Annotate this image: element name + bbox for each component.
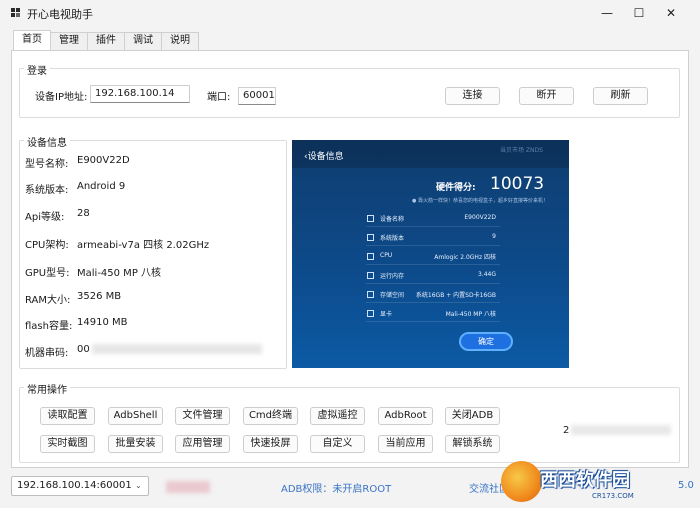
device-select[interactable]: 192.168.100.14:60001 bbox=[11, 476, 149, 496]
ops-side-value: 2 bbox=[563, 425, 570, 436]
serial-label: 机器串码: bbox=[25, 348, 69, 359]
screen-row-gpu: 显卡 Mali-450 MP 八核 bbox=[366, 306, 500, 322]
flash-value: 14910 MB bbox=[77, 317, 128, 328]
port-label: 端口: bbox=[207, 92, 231, 103]
memory-icon bbox=[367, 272, 374, 279]
device-info-title: 设备信息 bbox=[24, 134, 70, 149]
screen-back-title: ‹设备信息 bbox=[304, 152, 344, 162]
api-level-label: Api等级: bbox=[25, 212, 65, 223]
api-level-value: 28 bbox=[77, 208, 90, 219]
screen-row-value: 3.44G bbox=[477, 271, 496, 278]
window-title: 开心电视助手 bbox=[27, 8, 93, 21]
ram-value: 3526 MB bbox=[77, 291, 122, 302]
ram-label: RAM大小: bbox=[25, 295, 71, 306]
tab-debug[interactable]: 调试 bbox=[124, 32, 162, 50]
screen-row-device-name: 设备名称 E900V22D bbox=[366, 211, 500, 227]
chip-icon bbox=[367, 253, 374, 260]
common-ops-title: 常用操作 bbox=[24, 381, 70, 396]
display-card-icon bbox=[367, 310, 374, 317]
screen-row-key: 显卡 bbox=[380, 311, 393, 318]
close-icon[interactable]: ✕ bbox=[648, 0, 694, 26]
model-value: E900V22D bbox=[77, 155, 130, 166]
screen-row-ram: 运行内存 3.44G bbox=[366, 268, 500, 284]
quick-cast-button[interactable]: 快速投屏 bbox=[243, 435, 298, 453]
screen-row-key: CPU bbox=[380, 252, 393, 259]
adbroot-button[interactable]: AdbRoot bbox=[378, 407, 433, 425]
tab-help[interactable]: 说明 bbox=[161, 32, 199, 50]
ops-side-redacted bbox=[571, 425, 671, 435]
app-logo-icon bbox=[11, 8, 21, 18]
app-manager-button[interactable]: 应用管理 bbox=[175, 435, 230, 453]
chevron-down-icon[interactable]: ⌄ bbox=[135, 481, 142, 490]
refresh-button[interactable]: 刷新 bbox=[593, 87, 648, 105]
screen-row-storage: 存储空间 系统16GB + 内置SD卡16GB bbox=[366, 287, 500, 303]
screen-row-key: 存储空间 bbox=[380, 292, 405, 299]
score-value: 10073 bbox=[490, 174, 545, 194]
screen-row-key: 运行内存 bbox=[380, 273, 405, 280]
custom-button[interactable]: 自定义 bbox=[310, 435, 365, 453]
screen-row-value: Amlogic 2.0GHz 四核 bbox=[434, 254, 496, 261]
screen-row-os: 系统版本 9 bbox=[366, 230, 500, 246]
os-version-label: 系统版本: bbox=[25, 185, 69, 196]
device-screen-capture: ‹设备信息 当贝市场 ZNDS 硬件得分: 10073 ● 靠火箭一样快！恭喜您… bbox=[292, 140, 569, 368]
serial-value: 00 bbox=[77, 344, 90, 355]
screenshot-button[interactable]: 实时截图 bbox=[40, 435, 95, 453]
adb-permission-status: ADB权限：未开启ROOT bbox=[281, 484, 392, 495]
flash-label: flash容量: bbox=[25, 321, 73, 332]
watermark-brand: 西西软件园 bbox=[540, 470, 630, 491]
score-hint: ● 靠火箭一样快！恭喜您的电视盒子，超乡好直接等价来机！ bbox=[412, 198, 548, 204]
adbshell-button[interactable]: AdbShell bbox=[108, 407, 163, 425]
device-info-group bbox=[19, 140, 287, 369]
close-adb-button[interactable]: 关闭ADB bbox=[445, 407, 500, 425]
gpu-value: Mali-450 MP 八核 bbox=[77, 268, 162, 279]
gpu-label: GPU型号: bbox=[25, 268, 70, 279]
building-icon bbox=[367, 234, 374, 241]
watermark-logo-icon bbox=[501, 461, 542, 502]
serial-redacted bbox=[92, 344, 262, 354]
model-label: 型号名称: bbox=[25, 159, 69, 170]
screen-row-value: 系统16GB + 内置SD卡16GB bbox=[415, 292, 496, 299]
cpu-value: armeabi-v7a 四核 2.02GHz bbox=[77, 240, 210, 251]
login-group-title: 登录 bbox=[24, 62, 50, 77]
current-app-button[interactable]: 当前应用 bbox=[378, 435, 433, 453]
screen-row-value: E900V22D bbox=[464, 214, 496, 221]
windows-icon bbox=[367, 215, 374, 222]
batch-install-button[interactable]: 批量安装 bbox=[108, 435, 163, 453]
ip-label: 设备IP地址: bbox=[35, 92, 88, 103]
status-redacted bbox=[166, 481, 210, 493]
screen-brand: 当贝市场 ZNDS bbox=[500, 147, 543, 154]
port-input[interactable]: 60001 bbox=[238, 87, 276, 105]
read-config-button[interactable]: 读取配置 bbox=[40, 407, 95, 425]
tab-manage[interactable]: 管理 bbox=[50, 32, 88, 50]
screen-row-key: 系统版本 bbox=[380, 235, 405, 242]
version-label: 5.0 bbox=[678, 480, 694, 491]
tab-home[interactable]: 首页 bbox=[13, 30, 51, 50]
cmd-terminal-button[interactable]: Cmd终端 bbox=[243, 407, 298, 425]
screen-row-value: 9 bbox=[492, 233, 496, 240]
connect-button[interactable]: 连接 bbox=[445, 87, 500, 105]
tab-plugins[interactable]: 插件 bbox=[87, 32, 125, 50]
screen-ok-button: 确定 bbox=[459, 332, 513, 351]
watermark-site: CR173.COM bbox=[592, 492, 634, 500]
disconnect-button[interactable]: 断开 bbox=[519, 87, 574, 105]
virtual-remote-button[interactable]: 虚拟遥控 bbox=[310, 407, 365, 425]
storage-icon bbox=[367, 291, 374, 298]
os-version-value: Android 9 bbox=[77, 181, 126, 192]
ip-input[interactable]: 192.168.100.14 bbox=[90, 85, 190, 103]
unlock-system-button[interactable]: 解锁系统 bbox=[445, 435, 500, 453]
screen-row-cpu: CPU Amlogic 2.0GHz 四核 bbox=[366, 249, 500, 265]
file-manager-button[interactable]: 文件管理 bbox=[175, 407, 230, 425]
cpu-label: CPU架构: bbox=[25, 240, 69, 251]
screen-row-key: 设备名称 bbox=[380, 216, 405, 223]
score-label: 硬件得分: bbox=[436, 183, 476, 193]
screen-row-value: Mali-450 MP 八核 bbox=[445, 311, 496, 318]
